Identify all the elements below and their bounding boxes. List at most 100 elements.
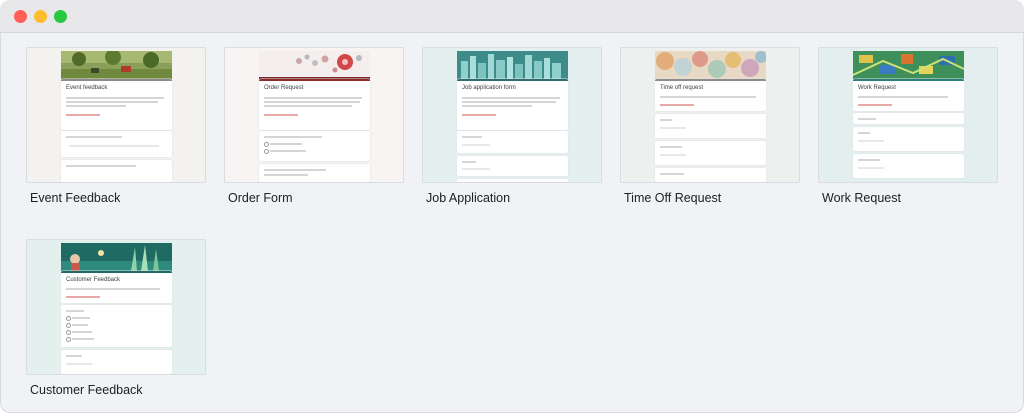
question-text	[66, 136, 122, 138]
form-title: Work Request	[858, 85, 896, 91]
illustration-banner	[61, 243, 172, 271]
template-thumbnail: Order Request	[224, 47, 404, 183]
floral-banner	[259, 51, 370, 79]
option-text	[270, 143, 302, 145]
description-line	[264, 101, 360, 103]
template-thumbnail: Job application form	[422, 47, 602, 183]
option-text	[72, 331, 92, 333]
form-header-card: Event feedback	[61, 79, 172, 130]
description-line	[858, 96, 948, 98]
question-card	[457, 179, 568, 182]
answer-field	[462, 168, 490, 170]
option-radio	[66, 316, 71, 321]
required-note	[462, 114, 496, 116]
question-text	[858, 118, 876, 120]
required-note	[264, 114, 298, 116]
watercolor-banner	[655, 51, 766, 79]
template-label: Event Feedback	[30, 191, 121, 205]
question-text	[462, 161, 476, 163]
template-time-off-request[interactable]: Time off request Time Off Request	[620, 47, 800, 205]
option-text	[72, 317, 90, 319]
template-work-request[interactable]: Work Request Work Request	[818, 47, 998, 205]
question-card	[655, 141, 766, 165]
question-card	[853, 154, 964, 178]
description-line	[66, 288, 160, 290]
question-card	[853, 127, 964, 151]
title-bar	[0, 0, 1024, 33]
question-card	[457, 156, 568, 176]
answer-field	[858, 140, 884, 142]
description-line	[462, 97, 560, 99]
form-title: Event feedback	[66, 85, 108, 91]
event-photo-banner	[61, 51, 172, 79]
question-text	[264, 174, 308, 176]
description-line	[264, 105, 352, 107]
zoom-window-button[interactable]	[54, 10, 67, 23]
question-text	[660, 173, 684, 175]
question-text	[264, 169, 326, 171]
question-card	[259, 164, 370, 182]
required-note	[66, 114, 100, 116]
question-card	[853, 113, 964, 124]
form-title: Job application form	[462, 85, 516, 91]
template-thumbnail: Event feedback	[26, 47, 206, 183]
template-order-form[interactable]: Order Request Order Form	[224, 47, 404, 205]
option-text	[72, 338, 94, 340]
question-text	[660, 119, 672, 121]
minimize-window-button[interactable]	[34, 10, 47, 23]
description-line	[66, 101, 158, 103]
option-text	[72, 324, 88, 326]
question-text	[66, 355, 82, 357]
description-line	[462, 101, 556, 103]
form-title: Customer Feedback	[66, 277, 121, 283]
description-line	[462, 105, 532, 107]
form-header-card: Work Request	[853, 79, 964, 111]
description-line	[66, 97, 164, 99]
scale-row	[69, 145, 159, 147]
abstract-banner	[853, 51, 964, 79]
question-card	[61, 350, 172, 374]
template-label: Order Form	[228, 191, 293, 205]
question-text	[660, 146, 682, 148]
template-job-application[interactable]: Job application form Job Application	[422, 47, 602, 205]
template-event-feedback[interactable]: Event feedback Event Feedback	[26, 47, 206, 205]
question-text	[858, 159, 880, 161]
question-text	[66, 310, 84, 312]
question-card	[61, 305, 172, 347]
answer-field	[858, 167, 884, 169]
required-note	[858, 104, 892, 106]
question-card	[457, 131, 568, 153]
template-label: Customer Feedback	[30, 383, 143, 397]
question-text	[66, 165, 136, 167]
form-header-card: Time off request	[655, 79, 766, 111]
question-card	[61, 131, 172, 157]
template-label: Time Off Request	[624, 191, 722, 205]
form-header-card: Job application form	[457, 79, 568, 130]
option-radio	[66, 337, 71, 342]
answer-field	[66, 363, 92, 365]
answer-field	[462, 144, 490, 146]
template-label: Job Application	[426, 191, 511, 205]
question-card	[655, 168, 766, 182]
question-card	[655, 114, 766, 138]
answer-field	[660, 127, 686, 129]
form-title: Order Request	[264, 85, 304, 91]
form-header-card: Order Request	[259, 79, 370, 130]
option-radio	[264, 149, 269, 154]
description-line	[264, 97, 362, 99]
required-note	[66, 296, 100, 298]
option-radio	[264, 142, 269, 147]
question-text	[858, 132, 870, 134]
city-skyline-banner	[457, 51, 568, 79]
description-line	[66, 105, 126, 107]
template-label: Work Request	[822, 191, 901, 205]
required-note	[660, 104, 694, 106]
template-thumbnail: Customer Feedback	[26, 239, 206, 375]
answer-field	[660, 154, 686, 156]
app-window: Event feedback Event Feedback Order Requ…	[0, 0, 1024, 413]
close-window-button[interactable]	[14, 10, 27, 23]
question-card	[61, 160, 172, 182]
option-radio	[66, 323, 71, 328]
template-customer-feedback[interactable]: Customer Feedback Customer Feedback	[26, 239, 206, 397]
question-text	[462, 136, 482, 138]
